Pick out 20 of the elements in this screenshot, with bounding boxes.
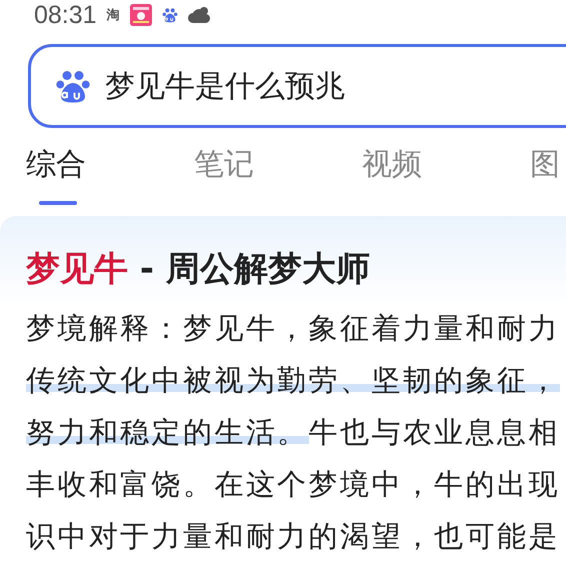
clock-time: 08:31 [34,0,97,30]
app-icon [130,4,152,26]
cloud-icon [188,6,210,24]
body-text: 识中对于力量和耐力的渴望，也可能是 [26,519,560,553]
paw-icon [162,6,178,24]
highlighted-text: 努力和稳定的生活。 [26,415,309,449]
body-text: 牛也与农业息息相 [308,415,560,449]
search-input[interactable]: 梦见牛是什么预兆 [105,68,525,104]
body-text: 丰收和富饶。在这个梦境中，牛的出现 [26,467,560,501]
tab[interactable]: 图 [530,144,560,194]
search-field[interactable]: 梦见牛是什么预兆 [28,44,566,128]
paw-icon [55,68,91,104]
tab[interactable]: 笔记 [194,144,254,194]
tab[interactable]: 视频 [362,144,422,194]
tab[interactable]: 综合 [26,144,86,194]
tab-underline [39,200,77,204]
body-text: 梦境解释：梦见牛，象征着力量和耐力 [26,311,560,345]
app-glyph: 淘 [106,7,120,24]
result-title[interactable]: 梦见牛 - 周公解梦大师 [26,246,566,292]
highlighted-text: 传统文化中被视为勤劳、坚韧的象征， [26,363,560,397]
